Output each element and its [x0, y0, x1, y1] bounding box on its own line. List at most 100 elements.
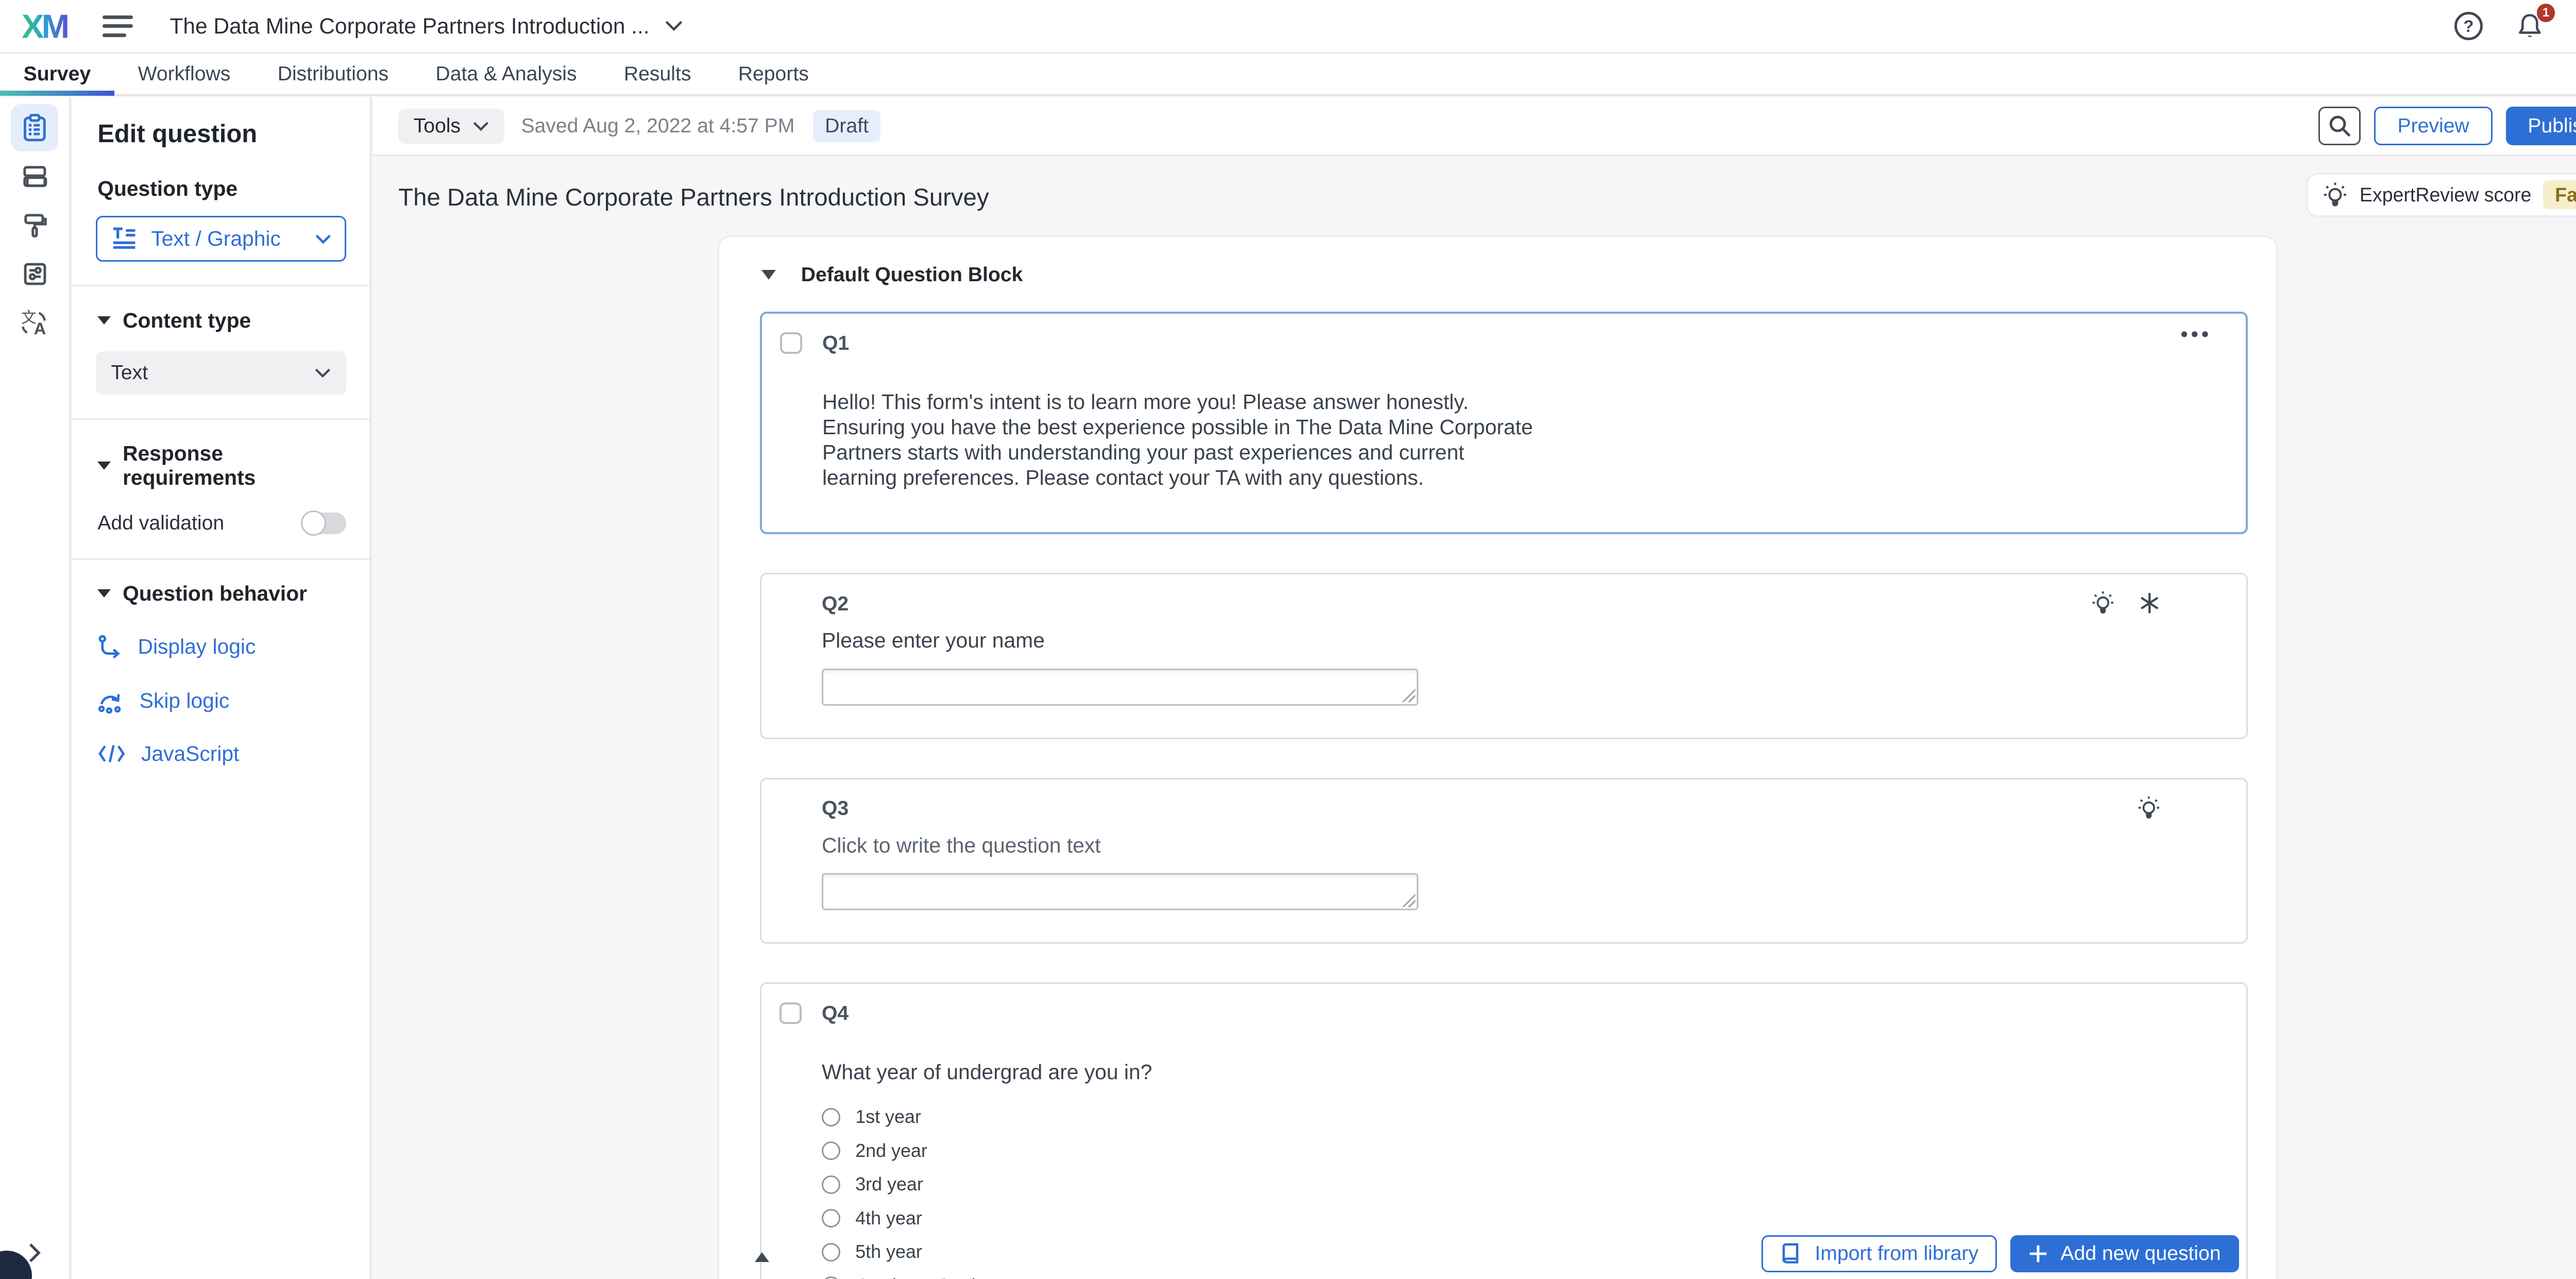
q2-answer-textarea[interactable] [822, 669, 1418, 706]
tab-data-analysis[interactable]: Data & Analysis [412, 54, 600, 94]
javascript-link[interactable]: JavaScript [72, 713, 370, 766]
caret-down-icon [97, 589, 111, 598]
blocks-icon [20, 161, 50, 192]
q4-checkbox[interactable] [779, 1002, 801, 1024]
book-icon [1780, 1242, 1801, 1266]
toolbar-actions: Preview Publish [2318, 107, 2576, 145]
hamburger-menu-icon[interactable] [103, 15, 133, 37]
expand-rail-chevron-icon[interactable] [28, 1242, 41, 1264]
caret-down-icon [97, 316, 111, 325]
notifications-button[interactable]: 1 [2515, 12, 2545, 40]
display-logic-link[interactable]: Display logic [72, 606, 370, 659]
caret-down-icon [97, 462, 111, 470]
question-type-dropdown[interactable]: Text / Graphic [96, 216, 346, 261]
code-icon [97, 743, 126, 764]
rail-item-translations[interactable]: 文 A [11, 299, 58, 346]
search-button[interactable] [2318, 107, 2361, 145]
question-card-q2[interactable]: Q2 [760, 573, 2248, 739]
preview-button[interactable]: Preview [2374, 107, 2493, 145]
saved-status: Saved Aug 2, 2022 at 4:57 PM [521, 115, 794, 138]
block-title[interactable]: Default Question Block [801, 264, 1023, 286]
toggle-knob [301, 510, 326, 536]
canvas-footer-actions: Import from library Add new question [1761, 1235, 2240, 1272]
q4-choice-4[interactable]: 4th year [822, 1208, 2246, 1229]
content-type-value: Text [111, 362, 148, 384]
settings-sliders-icon [20, 259, 50, 289]
tab-survey[interactable]: Survey [0, 54, 114, 94]
translate-icon: 文 A [20, 308, 50, 338]
q1-id: Q1 [822, 332, 849, 355]
tab-workflows[interactable]: Workflows [114, 54, 254, 94]
rail-item-survey-options[interactable] [11, 250, 58, 297]
rail-item-survey-builder[interactable] [11, 104, 58, 151]
radio-icon [822, 1175, 840, 1194]
expert-review-score[interactable]: ExpertReview score Fair [2308, 175, 2576, 215]
question-block-header: Default Question Block [719, 237, 2276, 286]
q2-question-text[interactable]: Please enter your name [822, 628, 1534, 653]
plus-icon [2029, 1244, 2047, 1263]
builder-icon-rail: 文 A [0, 97, 71, 1279]
q3-answer-textarea[interactable] [822, 873, 1418, 910]
tools-button[interactable]: Tools [398, 109, 504, 144]
top-bar: XM The Data Mine Corporate Partners Intr… [0, 0, 2576, 54]
paint-roller-icon [20, 210, 50, 241]
q1-options-menu-icon[interactable]: ••• [2181, 323, 2212, 346]
radio-icon [822, 1141, 840, 1160]
q2-star-icon[interactable] [2139, 591, 2160, 615]
topbar-actions: ? 1 N [2454, 9, 2576, 43]
lightbulb-icon [2323, 181, 2348, 208]
rail-item-look-feel[interactable] [11, 201, 58, 248]
document-title[interactable]: The Data Mine Corporate Partners Introdu… [170, 14, 650, 39]
chevron-down-icon[interactable] [665, 20, 683, 32]
notification-badge: 1 [2537, 4, 2555, 22]
q3-question-text-placeholder[interactable]: Click to write the question text [822, 833, 1534, 858]
q4-choice-3[interactable]: 3rd year [822, 1174, 2246, 1195]
skip-logic-icon [97, 688, 124, 713]
draft-badge: Draft [813, 110, 880, 142]
add-validation-label: Add validation [97, 512, 224, 535]
q4-question-text[interactable]: What year of undergrad are you in? [822, 1060, 1534, 1085]
radio-icon [822, 1243, 840, 1261]
q4-choice-1[interactable]: 1st year [822, 1106, 2246, 1128]
expert-review-label: ExpertReview score [2360, 184, 2532, 206]
q3-expert-review-lightbulb-icon[interactable] [2137, 794, 2161, 821]
search-icon [2327, 113, 2352, 139]
survey-title: The Data Mine Corporate Partners Introdu… [398, 183, 989, 212]
q2-expert-review-lightbulb-icon[interactable] [2091, 589, 2115, 616]
collapse-block-caret-icon[interactable] [761, 270, 776, 280]
xm-logo[interactable]: XM [22, 8, 74, 45]
q1-checkbox[interactable] [780, 332, 802, 354]
clipboard-list-icon [20, 113, 50, 143]
expert-review-score-badge: Fair [2543, 180, 2576, 209]
question-card-q4[interactable]: Q4 What year of undergrad are you in? 1s… [760, 982, 2248, 1279]
publish-button[interactable]: Publish [2506, 107, 2576, 145]
collapse-up-caret-icon[interactable] [755, 1252, 769, 1262]
display-logic-icon [97, 634, 123, 659]
q3-id: Q3 [822, 797, 849, 820]
help-icon[interactable]: ? [2454, 12, 2483, 40]
content-type-dropdown[interactable]: Text [96, 351, 346, 395]
radio-icon [822, 1276, 840, 1279]
primary-nav: Survey Workflows Distributions Data & An… [0, 54, 2576, 96]
response-requirements-section-header[interactable]: Response requirements [72, 420, 370, 490]
panel-title: Edit question [72, 97, 370, 148]
question-card-q1[interactable]: Q1 ••• Hello! This form's intent is to l… [760, 312, 2248, 534]
question-card-q3[interactable]: Q3 Click to write the question text [760, 778, 2248, 944]
add-validation-toggle[interactable] [303, 513, 347, 534]
question-behavior-section-header[interactable]: Question behavior [72, 560, 370, 606]
q4-choice-2[interactable]: 2nd year [822, 1140, 2246, 1162]
import-from-library-button[interactable]: Import from library [1761, 1235, 1997, 1272]
tab-reports[interactable]: Reports [715, 54, 832, 94]
add-validation-row: Add validation [72, 490, 370, 534]
content-type-section-header[interactable]: Content type [72, 286, 370, 332]
q1-question-text[interactable]: Hello! This form's intent is to learn mo… [822, 389, 1535, 490]
skip-logic-link[interactable]: Skip logic [72, 659, 370, 713]
rail-item-blocks[interactable] [11, 153, 58, 200]
add-new-question-button[interactable]: Add new question [2010, 1235, 2239, 1272]
chevron-down-icon [315, 234, 332, 244]
question-type-value: Text / Graphic [151, 227, 280, 251]
radio-icon [822, 1108, 840, 1127]
tab-results[interactable]: Results [600, 54, 715, 94]
tab-distributions[interactable]: Distributions [254, 54, 412, 94]
text-graphic-icon [111, 225, 138, 252]
